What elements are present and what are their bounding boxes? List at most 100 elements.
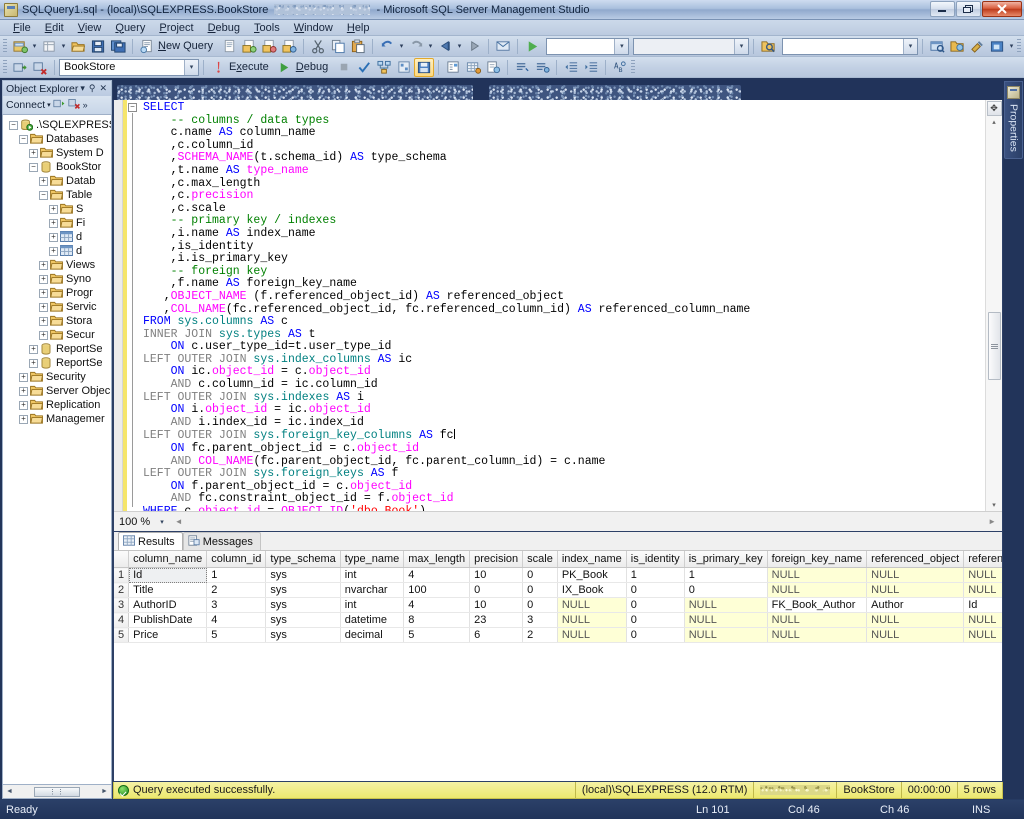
- pin-icon[interactable]: ⚲: [87, 83, 98, 94]
- grid-cell[interactable]: 100: [404, 583, 470, 598]
- grid-cell[interactable]: NULL: [557, 628, 626, 643]
- expand-icon[interactable]: +: [49, 247, 58, 256]
- close-icon[interactable]: ✕: [98, 83, 110, 94]
- grid-cell[interactable]: 8: [404, 613, 470, 628]
- tree-node[interactable]: +d: [3, 244, 111, 258]
- grid-cell[interactable]: 2: [207, 583, 266, 598]
- new-item-icon[interactable]: [39, 37, 59, 56]
- grid-cell[interactable]: 4: [404, 568, 470, 583]
- document-tab-redacted-2[interactable]: [489, 85, 741, 100]
- grid-cell[interactable]: 0: [523, 583, 558, 598]
- grid-cell[interactable]: NULL: [767, 568, 867, 583]
- grid-cell[interactable]: Price: [129, 628, 207, 643]
- tree-node[interactable]: +Fi: [3, 216, 111, 230]
- expand-icon[interactable]: +: [39, 317, 48, 326]
- grid-cell[interactable]: NULL: [867, 568, 964, 583]
- column-header[interactable]: precision: [470, 551, 523, 568]
- column-header[interactable]: scale: [523, 551, 558, 568]
- expand-icon[interactable]: +: [19, 373, 28, 382]
- grid-cell[interactable]: NULL: [684, 613, 767, 628]
- tree-node[interactable]: +Replication: [3, 398, 111, 412]
- column-header[interactable]: referenced_object: [867, 551, 964, 568]
- stop-icon[interactable]: [334, 58, 354, 77]
- grid-cell[interactable]: sys: [266, 613, 340, 628]
- debug-config-combo[interactable]: ▾: [546, 38, 629, 55]
- open-file-icon[interactable]: [68, 37, 88, 56]
- row-number[interactable]: 4: [114, 613, 129, 628]
- grid-cell[interactable]: 4: [404, 598, 470, 613]
- column-header[interactable]: type_name: [340, 551, 403, 568]
- tab-messages[interactable]: Messages: [183, 532, 261, 550]
- start-debug-icon[interactable]: [522, 37, 542, 56]
- grid-cell[interactable]: 10: [470, 568, 523, 583]
- grid-cell[interactable]: NULL: [964, 613, 1002, 628]
- scroll-up-icon[interactable]: ▴: [992, 116, 996, 128]
- grid-cell[interactable]: IX_Book: [557, 583, 626, 598]
- grid-cell[interactable]: NULL: [867, 628, 964, 643]
- grid-cell[interactable]: int: [340, 598, 403, 613]
- disconnect-icon[interactable]: [30, 58, 50, 77]
- object-explorer-icon[interactable]: [927, 37, 947, 56]
- show-diagram-pane-icon[interactable]: [493, 37, 513, 56]
- expand-icon[interactable]: +: [49, 219, 58, 228]
- sql-code-text[interactable]: SELECT -- columns / data types c.name AS…: [139, 100, 985, 511]
- grid-cell[interactable]: AuthorID: [129, 598, 207, 613]
- connect-button-label[interactable]: Connect: [6, 99, 45, 111]
- grid-cell[interactable]: sys: [266, 598, 340, 613]
- include-actual-plan-icon[interactable]: [394, 58, 414, 77]
- toolbar-grip[interactable]: [3, 60, 7, 74]
- collapse-icon[interactable]: −: [19, 135, 28, 144]
- grid-cell[interactable]: FK_Book_Author: [767, 598, 867, 613]
- row-number[interactable]: 3: [114, 598, 129, 613]
- expand-icon[interactable]: +: [39, 261, 48, 270]
- tree-node[interactable]: +Progr: [3, 286, 111, 300]
- grid-cell[interactable]: 0: [626, 628, 684, 643]
- grid-cell[interactable]: 23: [470, 613, 523, 628]
- grid-cell[interactable]: 0: [523, 598, 558, 613]
- grid-cell[interactable]: sys: [266, 568, 340, 583]
- toolbar-overflow-grip[interactable]: [1017, 39, 1021, 53]
- maximize-restore-button[interactable]: [956, 1, 981, 17]
- expand-icon[interactable]: +: [29, 345, 38, 354]
- new-query-icon[interactable]: [137, 37, 157, 56]
- tab-results[interactable]: Results: [118, 532, 183, 550]
- tree-node[interactable]: +Views: [3, 258, 111, 272]
- results-grid-wrap[interactable]: column_namecolumn_idtype_schematype_name…: [114, 551, 1002, 781]
- grid-cell[interactable]: NULL: [964, 628, 1002, 643]
- results-to-grid-icon[interactable]: [463, 58, 483, 77]
- grid-cell[interactable]: sys: [266, 628, 340, 643]
- debug-platform-combo[interactable]: ▾: [633, 38, 749, 55]
- execute-exclamation-icon[interactable]: [208, 58, 228, 77]
- chevron-down-icon[interactable]: ▾: [903, 39, 917, 54]
- database-combo[interactable]: BookStore ▾: [59, 59, 199, 76]
- grid-cell[interactable]: PK_Book: [557, 568, 626, 583]
- new-analysis-query-icon[interactable]: [239, 37, 259, 56]
- column-header[interactable]: index_name: [557, 551, 626, 568]
- redo-icon[interactable]: [406, 37, 426, 56]
- expand-icon[interactable]: +: [29, 149, 38, 158]
- grid-cell[interactable]: 5: [404, 628, 470, 643]
- grid-cell[interactable]: nvarchar: [340, 583, 403, 598]
- comment-icon[interactable]: [512, 58, 532, 77]
- table-row[interactable]: 2Title2sysnvarchar10000IX_Book00NULLNULL…: [114, 583, 1002, 598]
- column-header[interactable]: type_schema: [266, 551, 340, 568]
- scroll-down-icon[interactable]: ▾: [992, 499, 996, 511]
- menu-debug[interactable]: Debug: [201, 21, 247, 35]
- grid-cell[interactable]: 0: [470, 583, 523, 598]
- tree-node[interactable]: +S: [3, 202, 111, 216]
- paste-icon[interactable]: [348, 37, 368, 56]
- grid-cell[interactable]: NULL: [684, 628, 767, 643]
- undo-dropdown-icon[interactable]: ▾: [397, 42, 406, 50]
- toolbar-grip[interactable]: [3, 39, 7, 53]
- menu-edit[interactable]: Edit: [38, 21, 71, 35]
- tree-node[interactable]: +Stora: [3, 314, 111, 328]
- grid-cell[interactable]: datetime: [340, 613, 403, 628]
- vscroll-thumb[interactable]: [988, 312, 1001, 380]
- grid-cell[interactable]: 0: [684, 583, 767, 598]
- grid-cell[interactable]: int: [340, 568, 403, 583]
- cut-icon[interactable]: [308, 37, 328, 56]
- expand-icon[interactable]: +: [19, 387, 28, 396]
- grid-cell[interactable]: sys: [266, 583, 340, 598]
- row-number[interactable]: 5: [114, 628, 129, 643]
- object-explorer-hscrollbar[interactable]: ◄ ⋮⋮ ►: [2, 785, 112, 799]
